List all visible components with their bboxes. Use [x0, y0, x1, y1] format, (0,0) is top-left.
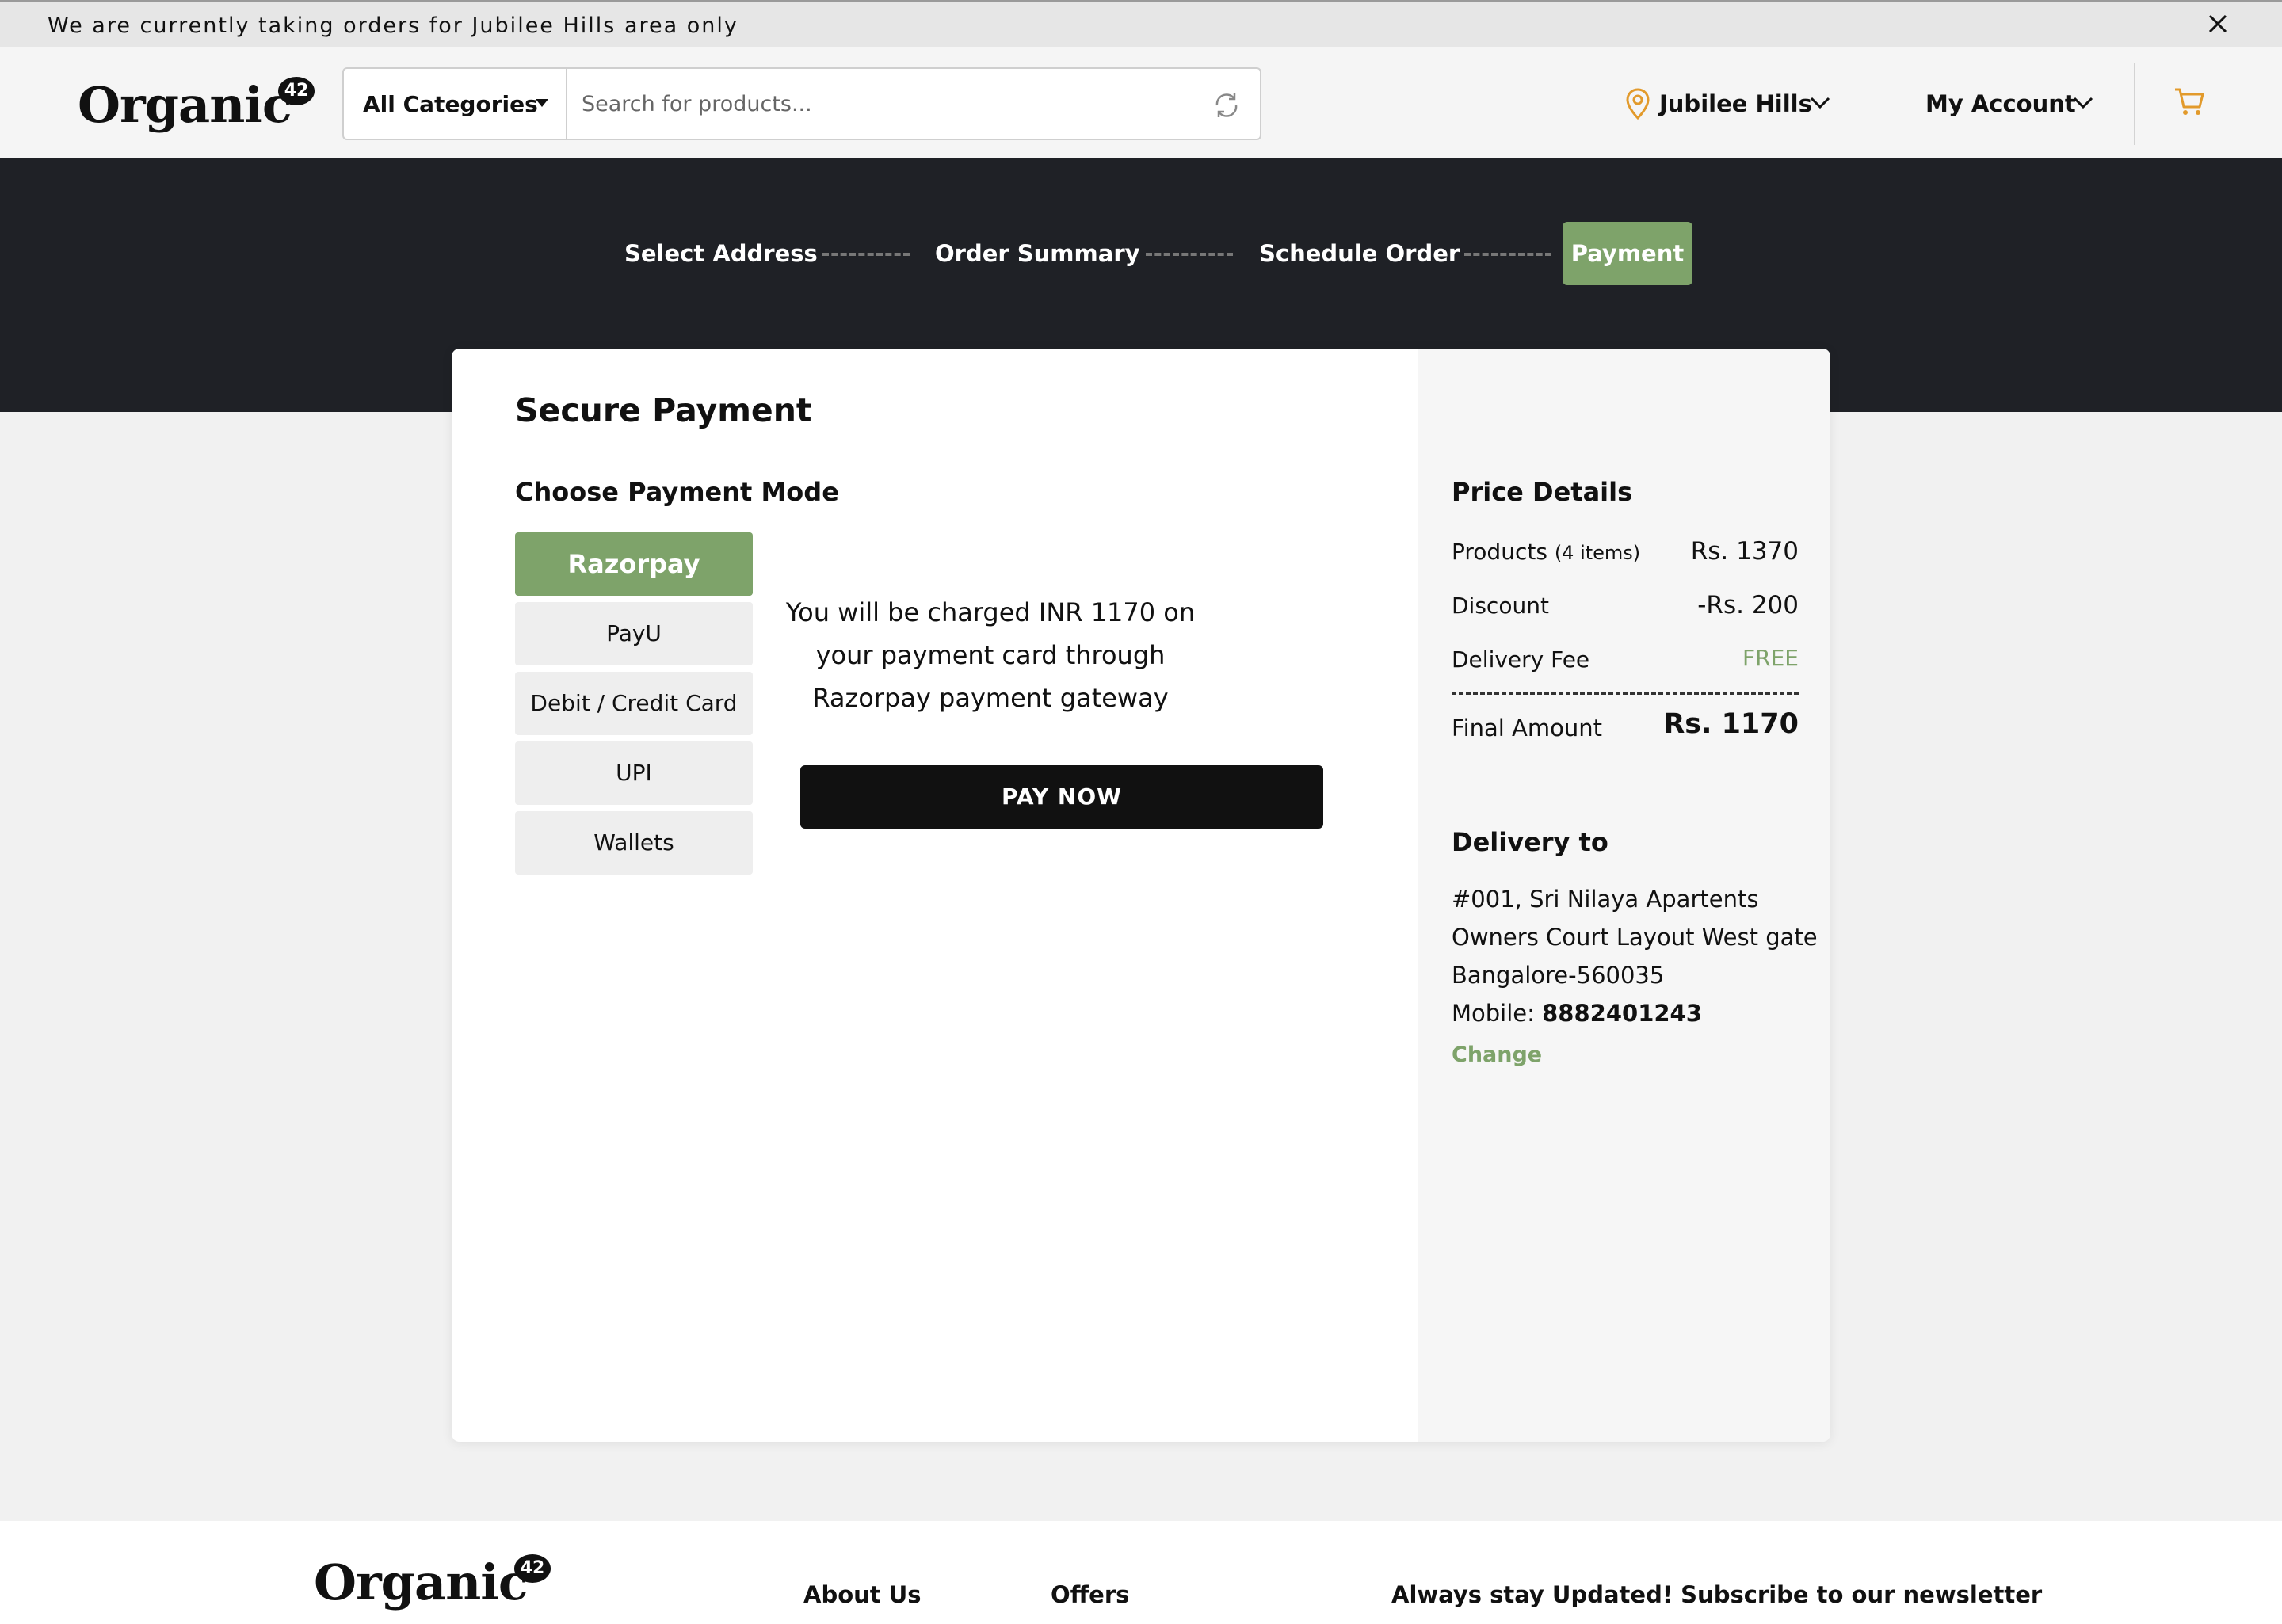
site-footer: Organic 42 About Us Offers Always stay U… — [0, 1521, 2282, 1624]
caret-down-icon — [536, 99, 548, 107]
mobile-label: Mobile: — [1452, 1000, 1535, 1027]
logo-text: Organic — [78, 76, 292, 134]
pay-now-button[interactable]: PAY NOW — [800, 765, 1323, 829]
address-mobile: Mobile: 8882401243 — [1452, 1000, 1702, 1027]
mobile-value: 8882401243 — [1542, 1000, 1702, 1027]
final-amount-label: Final Amount — [1452, 715, 1603, 741]
step-separator — [1146, 253, 1233, 256]
step-payment[interactable]: Payment — [1563, 222, 1692, 285]
site-header: Organic 42 All Categories Jubilee Hills … — [0, 47, 2282, 158]
payment-mode-upi[interactable]: UPI — [515, 741, 753, 805]
delivery-heading: Delivery to — [1452, 827, 1608, 857]
delivery-fee-label: Delivery Fee — [1452, 646, 1590, 673]
charge-info-text: You will be charged INR 1170 on your pay… — [785, 597, 1196, 713]
step-separator — [822, 253, 910, 256]
delivery-fee-value: FREE — [1742, 645, 1799, 671]
chevron-down-icon — [2071, 90, 2095, 114]
final-amount-value: Rs. 1170 — [1663, 708, 1799, 740]
price-row-products: Products (4 items) Rs. 1370 — [1452, 534, 1799, 569]
address-line-2: Owners Court Layout West gate — [1452, 924, 1818, 951]
address-line-3: Bangalore-560035 — [1452, 962, 1665, 989]
logo-text: Organic — [314, 1553, 529, 1611]
payment-card: Secure Payment Choose Payment Mode Razor… — [452, 349, 1830, 1442]
location-label: Jubilee Hills — [1659, 90, 1812, 117]
announcement-bar: We are currently taking orders for Jubil… — [0, 0, 2282, 47]
footer-link-about[interactable]: About Us — [803, 1581, 922, 1608]
page-title: Secure Payment — [515, 391, 812, 429]
category-label: All Categories — [363, 91, 538, 117]
announcement-text: We are currently taking orders for Jubil… — [48, 13, 738, 38]
discount-value: -Rs. 200 — [1697, 591, 1799, 619]
price-divider — [1452, 692, 1799, 695]
price-row-delivery: Delivery Fee FREE — [1452, 642, 1799, 677]
search-input[interactable] — [582, 83, 1200, 124]
discount-label: Discount — [1452, 593, 1549, 619]
products-value: Rs. 1370 — [1690, 537, 1799, 566]
products-count: (4 items) — [1554, 542, 1641, 564]
location-pin-icon — [1624, 87, 1651, 120]
account-label: My Account — [1925, 90, 2076, 117]
close-icon[interactable] — [2204, 10, 2231, 37]
address-line-1: #001, Sri Nilaya Apartents — [1452, 886, 1759, 913]
search-bar: All Categories — [342, 67, 1261, 140]
site-logo[interactable]: Organic 42 — [78, 74, 323, 137]
cart-icon[interactable] — [2173, 85, 2206, 118]
step-schedule-order[interactable]: Schedule Order — [1259, 240, 1460, 267]
payment-mode-card[interactable]: Debit / Credit Card — [515, 672, 753, 735]
step-select-address[interactable]: Select Address — [624, 240, 818, 267]
search-icon[interactable] — [1211, 90, 1242, 121]
logo-badge: 42 — [514, 1554, 551, 1583]
payment-mode-payu[interactable]: PayU — [515, 602, 753, 665]
payment-mode-heading: Choose Payment Mode — [515, 477, 839, 507]
change-address-link[interactable]: Change — [1452, 1043, 1542, 1067]
header-divider — [2134, 63, 2135, 145]
logo-badge: 42 — [278, 77, 315, 105]
category-dropdown[interactable]: All Categories — [344, 69, 567, 139]
newsletter-heading: Always stay Updated! Subscribe to our ne… — [1391, 1581, 2043, 1608]
step-separator — [1464, 253, 1551, 256]
chevron-down-icon — [1808, 90, 1832, 114]
step-order-summary[interactable]: Order Summary — [935, 240, 1140, 267]
products-label: Products — [1452, 539, 1547, 565]
footer-link-offers[interactable]: Offers — [1051, 1581, 1129, 1608]
payment-mode-wallets[interactable]: Wallets — [515, 811, 753, 875]
footer-logo[interactable]: Organic 42 — [314, 1551, 559, 1614]
price-details-heading: Price Details — [1452, 477, 1633, 507]
payment-mode-razorpay[interactable]: Razorpay — [515, 532, 753, 596]
price-row-discount: Discount -Rs. 200 — [1452, 588, 1799, 623]
price-row-final: Final Amount Rs. 1170 — [1452, 707, 1799, 741]
